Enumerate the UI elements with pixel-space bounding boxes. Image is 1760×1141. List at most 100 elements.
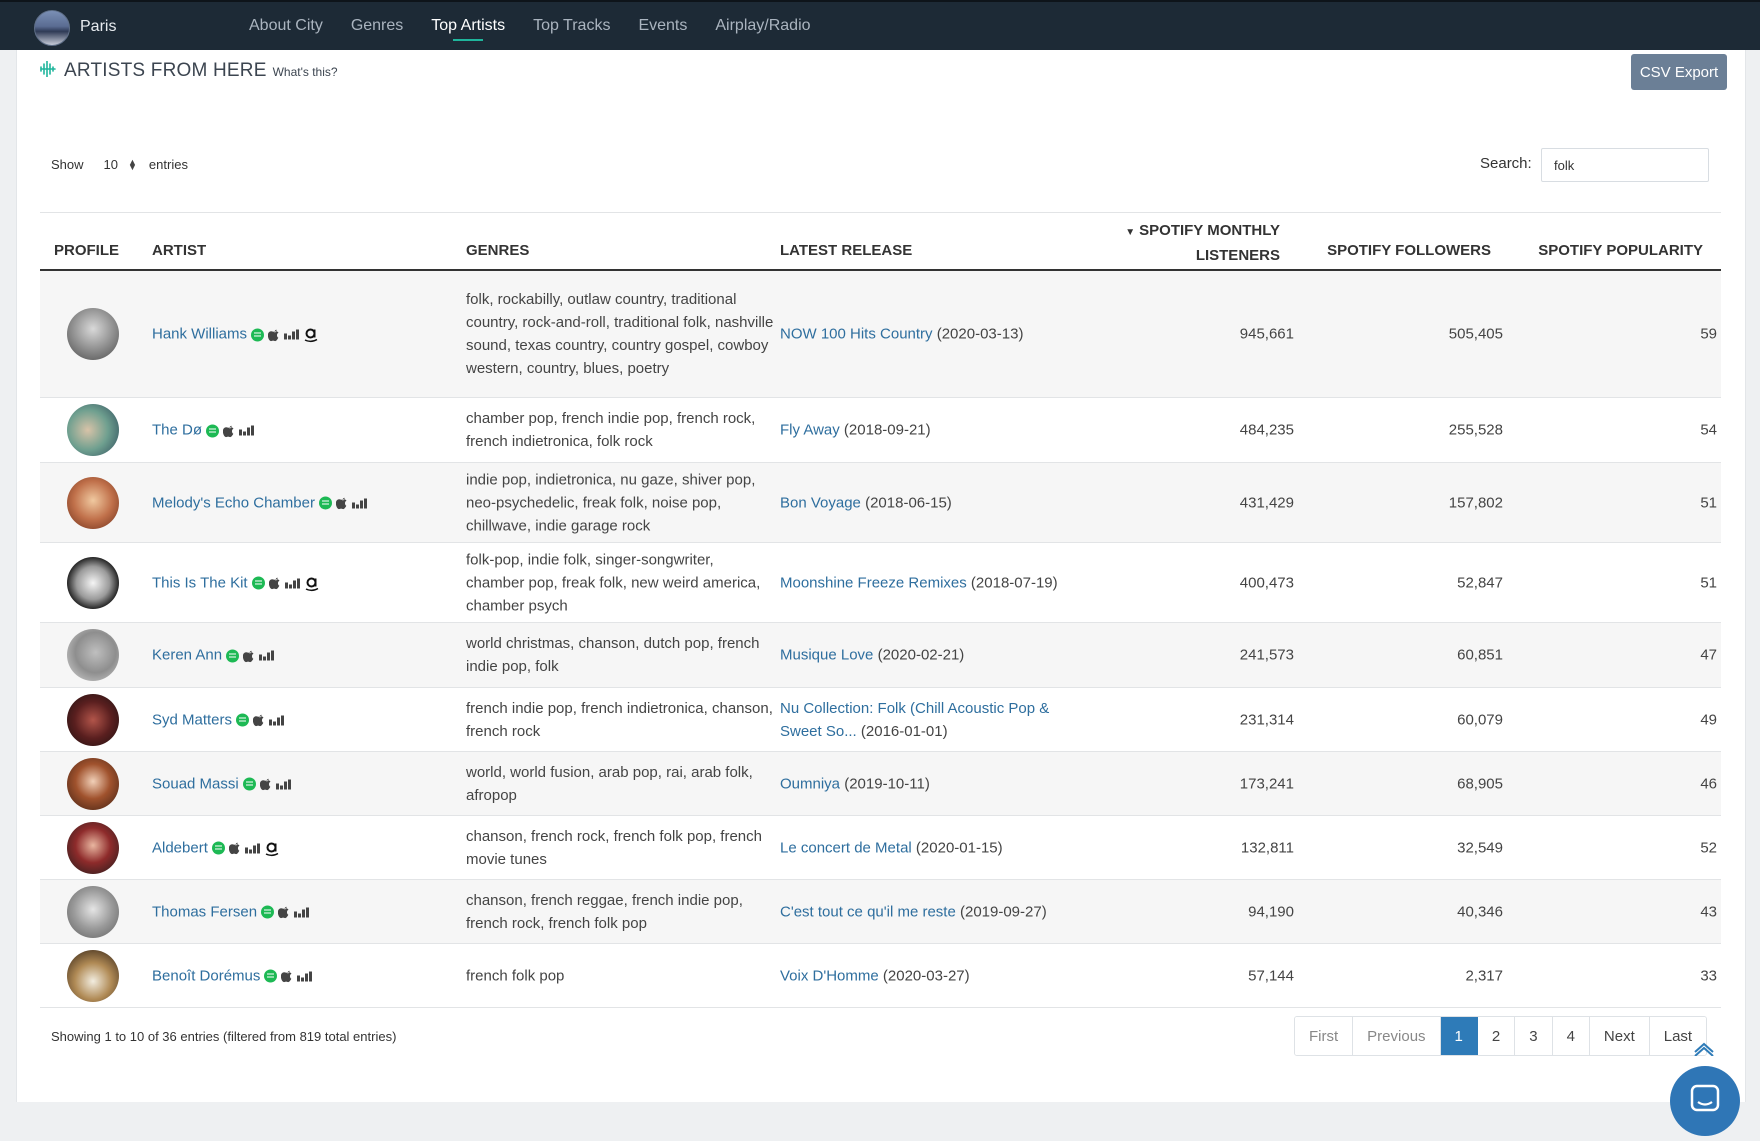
release-link[interactable]: Voix D'Homme (780, 967, 879, 984)
col-followers[interactable]: SPOTIFY FOLLOWERS (1327, 242, 1491, 259)
artist-avatar[interactable] (67, 949, 119, 1002)
spotify-icon[interactable] (264, 969, 278, 983)
apple-icon[interactable] (268, 328, 280, 341)
nav-top-tracks[interactable]: Top Tracks (533, 2, 610, 50)
release-link[interactable]: Bon Voyage (780, 494, 861, 511)
artist-avatar[interactable] (67, 885, 119, 938)
apple-icon[interactable] (259, 778, 272, 791)
chart-icon[interactable] (284, 578, 301, 589)
artist-link[interactable]: Hank Williams (152, 325, 247, 342)
nav-top-artists[interactable]: Top Artists (431, 2, 505, 50)
release-link[interactable]: Moonshine Freeze Remixes (780, 574, 967, 591)
search-input[interactable] (1541, 148, 1709, 182)
artist-avatar[interactable] (67, 693, 119, 746)
followers-cell: 52,847 (1457, 574, 1503, 591)
nav-about-city[interactable]: About City (249, 2, 323, 50)
col-latest-release[interactable]: LATEST RELEASE (780, 242, 912, 259)
artist-avatar[interactable] (67, 308, 119, 360)
artist-avatar[interactable] (67, 404, 119, 456)
col-monthly-listeners[interactable]: ▼ SPOTIFY MONTHLY LISTENERS (1125, 219, 1280, 267)
chart-icon[interactable] (294, 907, 310, 918)
genres-cell: folk, rockabilly, outlaw country, tradit… (466, 291, 774, 377)
page-3[interactable]: 3 (1515, 1017, 1553, 1055)
col-popularity[interactable]: SPOTIFY POPULARITY (1538, 242, 1703, 259)
entries-select[interactable]: 10 ▲ ▼ (104, 157, 137, 172)
spotify-icon[interactable] (261, 905, 275, 919)
artist-link[interactable]: Melody's Echo Chamber (152, 494, 315, 511)
artist-link[interactable]: Benoît Dorémus (152, 967, 260, 984)
spotify-icon[interactable] (236, 713, 250, 727)
service-badges (264, 969, 317, 983)
apple-icon[interactable] (281, 970, 293, 983)
nav-genres[interactable]: Genres (351, 2, 403, 50)
artist-avatar[interactable] (67, 757, 119, 810)
apple-icon[interactable] (243, 649, 255, 662)
scroll-to-top-icon[interactable] (1693, 1040, 1715, 1056)
spotify-icon[interactable] (318, 496, 332, 510)
artist-link[interactable]: Keren Ann (152, 647, 222, 664)
entries-select-value: 10 (103, 157, 118, 172)
artist-link[interactable]: Aldebert (152, 839, 208, 856)
apple-icon[interactable] (268, 577, 281, 590)
amazon-icon[interactable] (305, 575, 319, 591)
city-avatar[interactable] (34, 10, 70, 46)
apple-icon[interactable] (228, 842, 241, 855)
chart-icon[interactable] (275, 779, 292, 790)
page-previous[interactable]: Previous (1353, 1017, 1441, 1055)
col-profile[interactable]: PROFILE (54, 242, 119, 259)
genres-cell: chanson, french rock, french folk pop, f… (466, 827, 762, 868)
artist-avatar[interactable] (67, 476, 119, 529)
chart-icon[interactable] (244, 843, 261, 854)
apple-icon[interactable] (335, 497, 348, 510)
chart-icon[interactable] (269, 715, 285, 726)
col-genres[interactable]: GENRES (466, 242, 529, 259)
chart-icon[interactable] (239, 425, 255, 436)
apple-icon[interactable] (253, 714, 265, 727)
release-link[interactable]: Musique Love (780, 647, 873, 664)
release-date: (2019-10-11) (844, 775, 930, 792)
pagination: First Previous 1 2 3 4 Next Last (1294, 1016, 1708, 1056)
chart-icon[interactable] (259, 650, 275, 661)
table-row: The Dø chamber pop, french indie pop, fre… (40, 398, 1721, 463)
artist-avatar[interactable] (67, 556, 119, 609)
amazon-icon[interactable] (265, 840, 279, 856)
artist-link[interactable]: Souad Massi (152, 775, 239, 792)
apple-icon[interactable] (223, 424, 235, 437)
spotify-icon[interactable] (211, 841, 225, 855)
page-first[interactable]: First (1295, 1017, 1354, 1055)
page-2[interactable]: 2 (1477, 1017, 1516, 1055)
release-link[interactable]: Oumniya (780, 775, 840, 792)
col-artist[interactable]: ARTIST (152, 242, 206, 259)
spotify-icon[interactable] (226, 649, 240, 663)
csv-export-button[interactable]: CSV Export (1631, 54, 1727, 90)
artist-link[interactable]: Syd Matters (152, 711, 232, 728)
nav-events[interactable]: Events (638, 2, 687, 50)
release-link[interactable]: Fly Away (780, 422, 840, 439)
artist-link[interactable]: This Is The Kit (152, 574, 248, 591)
spotify-icon[interactable] (251, 576, 265, 590)
apple-icon[interactable] (278, 906, 290, 919)
city-name[interactable]: Paris (80, 18, 116, 36)
release-link[interactable]: Le concert de Metal (780, 839, 912, 856)
page-1[interactable]: 1 (1440, 1017, 1478, 1055)
artist-avatar[interactable] (67, 821, 119, 874)
chart-icon[interactable] (297, 971, 313, 982)
page-next[interactable]: Next (1589, 1017, 1650, 1055)
artist-link[interactable]: Thomas Fersen (152, 903, 257, 920)
whats-this-link[interactable]: What's this? (273, 65, 338, 79)
chart-icon[interactable] (351, 498, 368, 509)
nav-airplay-radio[interactable]: Airplay/Radio (715, 2, 810, 50)
chat-widget-button[interactable] (1670, 1066, 1740, 1136)
release-link[interactable]: NOW 100 Hits Country (780, 326, 933, 343)
artist-cell: Aldebert (152, 839, 283, 856)
artist-link[interactable]: The Dø (152, 422, 202, 439)
spotify-icon[interactable] (251, 328, 265, 342)
spotify-icon[interactable] (242, 777, 256, 791)
page-4[interactable]: 4 (1552, 1017, 1590, 1055)
artist-avatar[interactable] (67, 629, 119, 681)
spotify-icon[interactable] (206, 424, 220, 438)
release-cell: C'est tout ce qu'il me reste (2019-09-27… (780, 900, 1080, 923)
release-link[interactable]: C'est tout ce qu'il me reste (780, 903, 956, 920)
chart-icon[interactable] (284, 329, 300, 340)
amazon-icon[interactable] (304, 327, 318, 343)
